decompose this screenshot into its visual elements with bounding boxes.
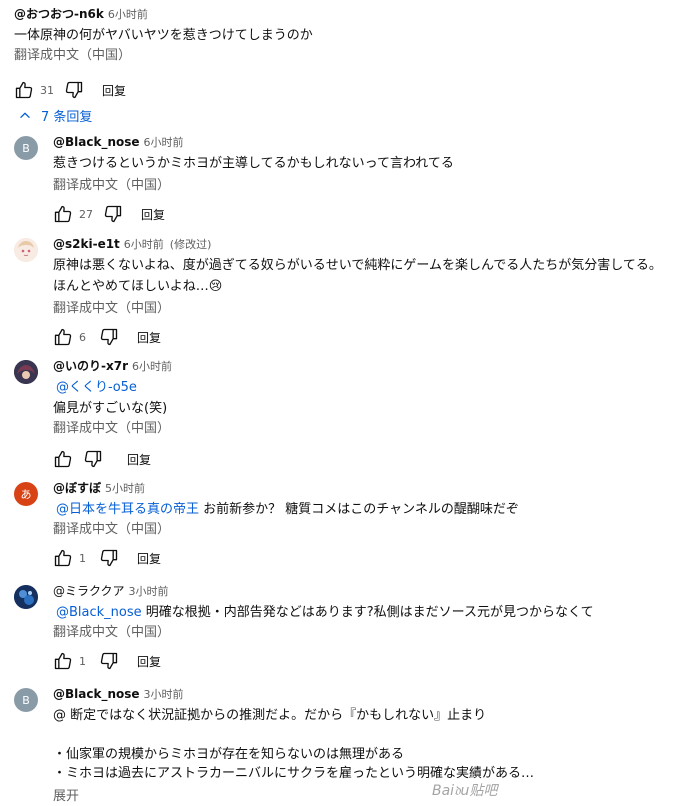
reply-actions: 6 回复 <box>53 325 668 349</box>
reply-text-blank <box>53 726 668 745</box>
reply-header: @ぼすぼ 5小时前 <box>53 480 668 497</box>
translate-link[interactable]: 翻译成中文（中国） <box>53 623 668 643</box>
reply-header: @ミラククア 3小时前 <box>53 583 668 600</box>
reply-actions: 1 回复 <box>53 649 668 673</box>
reply-text-rest: 明確な根拠・内部告発などはあります?私側はまだソース元が見つからなくて <box>145 605 594 620</box>
reply-text: @日本を牛耳る真の帝王 お前新参か？ 糖質コメはこのチャンネルの醍醐味だぞ <box>53 499 668 520</box>
comment-author[interactable]: @おつおつ-n6k <box>14 7 104 21</box>
reply-author[interactable]: @Black_nose <box>53 135 140 149</box>
replies-toggle-label: 7 条回复 <box>41 109 93 125</box>
reply-button[interactable]: 回复 <box>141 206 165 223</box>
reply-header: @いのり-x7r 6小时前 <box>53 358 668 375</box>
reply-text: 惹きつけるというかミホヨが主導してるかもしれないって言われてる <box>53 156 454 171</box>
mention-link[interactable]: @日本を牛耳る真の帝王 <box>56 502 199 517</box>
translate-link[interactable]: 翻译成中文（中国） <box>14 46 664 66</box>
translate-link[interactable]: 翻译成中文（中国） <box>53 520 668 540</box>
reply-actions: 27 回复 <box>53 202 668 226</box>
anime-avatar-icon <box>14 238 38 262</box>
reply-time[interactable]: 3小时前 <box>144 688 184 701</box>
avatar[interactable]: B <box>14 688 38 712</box>
reply-text: @くくり-o5e <box>53 377 668 398</box>
reply-author[interactable]: @ミラククア <box>53 584 125 598</box>
replies-toggle-button[interactable]: 7 条回复 <box>18 104 92 126</box>
like-count: 1 <box>79 654 86 668</box>
like-icon[interactable] <box>53 548 73 568</box>
reply-text: @ 断定ではなく状況証拠からの推測だよ。だから『かもしれない』止まり <box>53 708 487 723</box>
comment-time[interactable]: 6小时前 <box>108 8 148 21</box>
chevron-up-icon <box>20 112 30 118</box>
comment-header: @おつおつ-n6k 6小时前 <box>14 6 664 23</box>
reply-text: 偏見がすごいな(笑) <box>53 401 168 416</box>
dislike-icon[interactable] <box>99 548 119 568</box>
reply-text: 原神は悪くないよね、度が過ぎてる奴らがいるせいで純粋にゲームを楽しんでる人たちが… <box>53 258 662 273</box>
avatar[interactable]: あ <box>14 482 38 506</box>
avatar[interactable] <box>14 360 38 384</box>
avatar[interactable] <box>14 238 38 262</box>
reply-time[interactable]: 5小时前 <box>105 482 145 495</box>
reply-author[interactable]: @s2ki-e1t <box>53 237 120 251</box>
edited-label: (修改过) <box>169 238 212 251</box>
reply-header: @Black_nose 3小时前 <box>53 686 668 703</box>
reply-text: @Black_nose 明確な根拠・内部告発などはあります?私側はまだソース元が… <box>53 602 668 623</box>
reply-text-rest: お前新参か？ 糖質コメはこのチャンネルの醍醐味だぞ <box>203 502 519 517</box>
like-icon[interactable] <box>53 327 73 347</box>
avatar-letter: あ <box>20 488 32 501</box>
reply-button[interactable]: 回复 <box>137 550 161 567</box>
reply-button[interactable]: 回复 <box>127 451 151 468</box>
character-avatar-icon <box>14 360 38 384</box>
like-icon[interactable] <box>53 449 73 469</box>
reply-button[interactable]: 回复 <box>137 653 161 670</box>
reply-actions: 1 回复 <box>53 546 668 570</box>
reply-button[interactable]: 回复 <box>102 82 126 99</box>
reply-text: ・ミホヨは過去にアストラカーニバルにサクラを雇ったという明確な実績がある… <box>53 766 535 781</box>
avatar[interactable] <box>14 585 38 609</box>
reply-author[interactable]: @いのり-x7r <box>53 359 128 373</box>
blue-art-avatar-icon <box>14 585 38 609</box>
like-count: 6 <box>79 330 86 344</box>
avatar-letter: B <box>22 141 30 155</box>
comment-text: 一体原神の何がヤバいヤツを惹きつけてしまうのか <box>14 28 313 43</box>
reply-actions: 回复 <box>53 447 668 471</box>
dislike-icon[interactable] <box>83 449 103 469</box>
reply-author[interactable]: @ぼすぼ <box>53 481 101 495</box>
baidu-tieba-watermark: Bai𝔡u贴吧 <box>432 783 498 799</box>
dislike-icon[interactable] <box>99 651 119 671</box>
reply-time[interactable]: 6小时前 <box>144 136 184 149</box>
translate-link[interactable]: 翻译成中文（中国） <box>53 419 668 439</box>
mention-link[interactable]: @Black_nose <box>56 605 142 620</box>
comment-actions: 31 回复 <box>14 78 664 102</box>
like-icon[interactable] <box>53 651 73 671</box>
mention-link[interactable]: @くくり-o5e <box>56 380 137 395</box>
reply-time[interactable]: 6小时前 <box>132 360 172 373</box>
reply-header: @Black_nose 6小时前 <box>53 134 668 151</box>
avatar-letter: B <box>22 693 30 707</box>
avatar[interactable]: B <box>14 136 38 160</box>
reply-author[interactable]: @Black_nose <box>53 687 140 701</box>
dislike-icon[interactable] <box>103 204 123 224</box>
reply-header: @s2ki-e1t 6小时前 (修改过) <box>53 236 668 253</box>
like-icon[interactable] <box>14 80 34 100</box>
like-count: 1 <box>79 551 86 565</box>
reply-time[interactable]: 6小时前 <box>124 238 164 251</box>
like-icon[interactable] <box>53 204 73 224</box>
translate-link[interactable]: 翻译成中文（中国） <box>53 299 668 319</box>
reply-text: ほんとやめてほしいよね…😢 <box>53 279 223 294</box>
like-count: 27 <box>79 207 93 221</box>
like-count: 31 <box>40 83 54 97</box>
reply-text: ・仙家軍の規模からミホヨが存在を知らないのは無理がある <box>53 747 405 762</box>
translate-link[interactable]: 翻译成中文（中国） <box>53 176 668 196</box>
expand-link[interactable]: 展开 <box>53 785 668 804</box>
dislike-icon[interactable] <box>64 80 84 100</box>
top-comment: @おつおつ-n6k 6小时前 一体原神の何がヤバいヤツを惹きつけてしまうのか 翻译… <box>14 6 664 102</box>
reply-button[interactable]: 回复 <box>137 329 161 346</box>
dislike-icon[interactable] <box>99 327 119 347</box>
reply-time[interactable]: 3小时前 <box>129 585 169 598</box>
